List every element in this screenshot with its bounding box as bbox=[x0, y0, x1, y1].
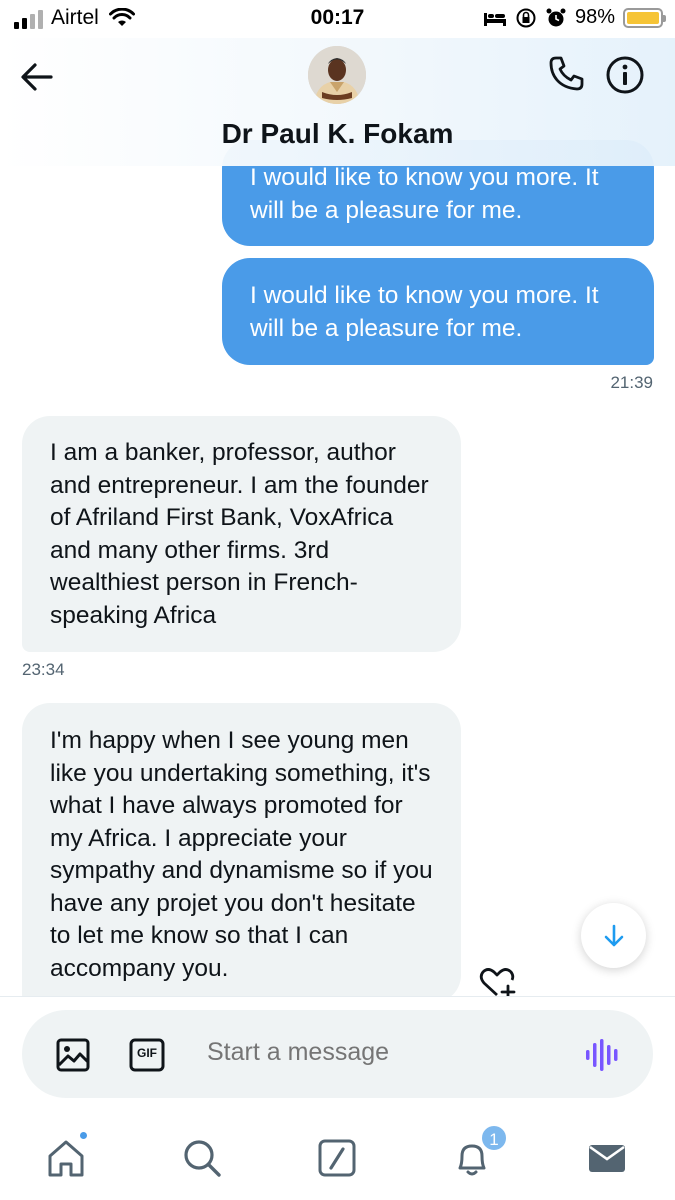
alarm-icon bbox=[546, 8, 566, 26]
rotation-lock-icon bbox=[516, 8, 536, 27]
image-icon[interactable] bbox=[55, 1037, 91, 1073]
conversation-header: Dr Paul K. Fokam bbox=[0, 38, 675, 166]
message-timestamp: 23:34 bbox=[22, 660, 65, 679]
battery-percent: 98% bbox=[574, 6, 615, 28]
message-text: I am a banker, professor, author and ent… bbox=[50, 439, 429, 629]
message-timestamp: 21:39 bbox=[610, 373, 653, 392]
battery-icon bbox=[623, 7, 666, 28]
message-input[interactable] bbox=[207, 1038, 529, 1067]
message-text: I would like to know you more. It will b… bbox=[250, 282, 599, 342]
message-composer: GIF bbox=[22, 1010, 653, 1098]
arrow-down-icon bbox=[604, 924, 623, 946]
received-message[interactable]: I'm happy when I see young men like you … bbox=[22, 703, 461, 1003]
nav-compose[interactable] bbox=[315, 1136, 359, 1180]
nav-search[interactable] bbox=[180, 1136, 224, 1180]
avatar-portrait bbox=[308, 46, 366, 104]
message-composer-area: GIF Start a message 1 bbox=[0, 996, 675, 1200]
received-message[interactable]: I am a banker, professor, author and ent… bbox=[22, 416, 461, 652]
home-icon bbox=[48, 1140, 84, 1177]
message-text: I'm happy when I see young men like you … bbox=[50, 727, 433, 982]
scroll-to-bottom-button[interactable] bbox=[581, 903, 646, 968]
bottom-navigation: 1 bbox=[0, 1121, 675, 1200]
add-reaction-icon[interactable] bbox=[477, 964, 517, 1000]
notification-badge: 1 bbox=[480, 1124, 508, 1152]
avatar[interactable] bbox=[308, 46, 366, 104]
messages-icon bbox=[589, 1145, 625, 1172]
bed-icon bbox=[483, 12, 506, 26]
back-arrow-icon[interactable] bbox=[18, 58, 56, 96]
info-icon[interactable] bbox=[604, 54, 646, 96]
gif-button[interactable]: GIF bbox=[129, 1037, 165, 1073]
contact-name[interactable]: Dr Paul K. Fokam bbox=[0, 118, 675, 150]
spaces-icon bbox=[318, 1139, 356, 1177]
nav-notifications[interactable]: 1 bbox=[450, 1124, 508, 1180]
message-text: I would like to know you more. It will b… bbox=[250, 164, 599, 224]
unread-dot bbox=[78, 1130, 89, 1141]
sent-message[interactable]: I would like to know you more. It will b… bbox=[222, 258, 654, 365]
phone-icon[interactable] bbox=[546, 54, 586, 94]
nav-messages[interactable] bbox=[585, 1136, 629, 1180]
gif-label: GIF bbox=[137, 1046, 157, 1060]
search-icon bbox=[184, 1140, 221, 1177]
nav-home[interactable] bbox=[44, 1130, 89, 1180]
voice-message-icon[interactable] bbox=[584, 1037, 622, 1073]
status-bar: Airtel 00:17 98% bbox=[0, 0, 675, 38]
status-right: 98% bbox=[483, 6, 666, 29]
